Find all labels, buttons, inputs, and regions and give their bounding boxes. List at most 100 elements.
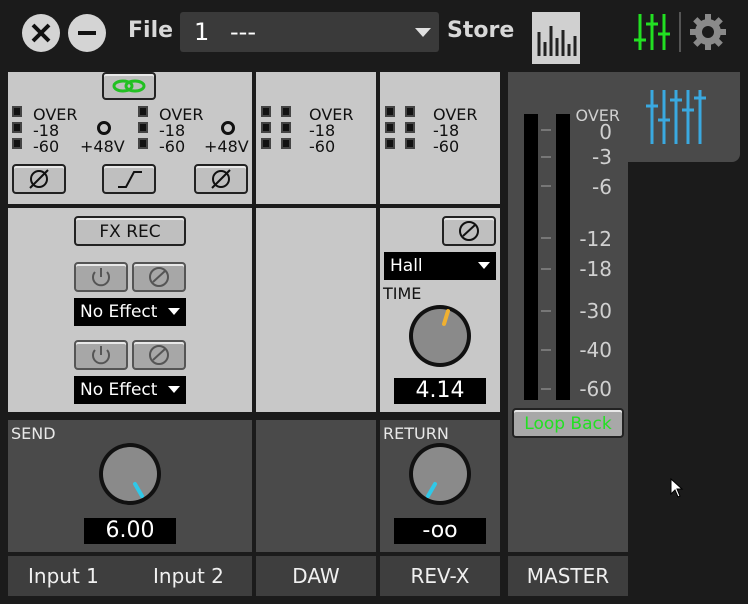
- minimize-button[interactable]: [68, 14, 106, 52]
- effect2-value: No Effect: [80, 380, 158, 400]
- master-scale-0: 0: [599, 120, 612, 144]
- hpf-button[interactable]: [102, 164, 156, 194]
- led: [138, 122, 148, 133]
- high-pass-filter-icon: [118, 171, 142, 188]
- settings-button[interactable]: [688, 12, 728, 52]
- revx-type-value: Hall: [390, 256, 423, 276]
- led: [12, 138, 22, 149]
- daw-label: DAW: [256, 556, 376, 596]
- send-knob[interactable]: [96, 440, 164, 508]
- phantom-label-2: +48V: [204, 137, 249, 156]
- revx-label: REV-X: [380, 556, 500, 596]
- effect1-edit-button[interactable]: [132, 262, 186, 292]
- phase-icon: [29, 169, 49, 189]
- master-meter-left: [524, 114, 538, 400]
- phantom-power-indicator-2[interactable]: [221, 121, 235, 135]
- meter-label-60: -60: [433, 137, 460, 156]
- master-label: MASTER: [508, 556, 628, 596]
- led: [261, 138, 271, 149]
- phantom-power-indicator-1[interactable]: [97, 121, 111, 135]
- master-scale-40: -40: [579, 338, 612, 362]
- meter-tick: [541, 349, 551, 351]
- phase-button-2[interactable]: [194, 164, 248, 194]
- meter-tick: [541, 268, 551, 270]
- led: [405, 122, 415, 133]
- gear-icon: [690, 14, 726, 50]
- master-scale-30: -30: [579, 299, 612, 323]
- stereo-link-button[interactable]: [102, 72, 156, 100]
- led: [281, 122, 291, 133]
- loopback-label: Loop Back: [524, 414, 612, 434]
- revx-edit-button[interactable]: [442, 216, 496, 246]
- power-icon: [92, 346, 110, 365]
- effect2-edit-button[interactable]: [132, 340, 186, 370]
- input1-label: Input 1: [28, 564, 99, 588]
- faders-icon: [634, 14, 670, 50]
- cursor-icon: [670, 477, 684, 498]
- time-value: 4.14: [394, 378, 486, 404]
- knob-icon: [409, 443, 471, 505]
- led: [281, 138, 291, 149]
- edit-icon: [149, 345, 169, 365]
- store-button[interactable]: Store: [447, 18, 514, 43]
- close-icon: [31, 23, 51, 43]
- phase-icon: [211, 169, 231, 189]
- mouse-cursor: [670, 477, 684, 502]
- divider: [679, 12, 681, 52]
- effect1-value: No Effect: [80, 302, 158, 322]
- led: [138, 138, 148, 149]
- led: [281, 106, 291, 117]
- chevron-down-icon: [168, 386, 180, 393]
- knob-icon: [99, 443, 161, 505]
- led: [385, 138, 395, 149]
- meter-tick: [541, 156, 551, 158]
- input-channel-label-bar: Input 1 Input 2: [8, 556, 252, 596]
- master-scale-18: -18: [579, 257, 612, 281]
- mixer-tab[interactable]: [628, 72, 740, 162]
- master-meter-right: [556, 114, 570, 400]
- meter-tick: [541, 388, 551, 390]
- return-knob[interactable]: [406, 440, 474, 508]
- link-icon: [112, 79, 146, 93]
- meter-tick: [541, 310, 551, 312]
- chevron-down-icon: [415, 28, 431, 37]
- close-button[interactable]: [22, 14, 60, 52]
- edit-icon: [459, 221, 479, 241]
- effect1-select[interactable]: No Effect: [74, 298, 186, 326]
- fx-rec-button[interactable]: FX REC: [74, 216, 186, 246]
- led: [405, 106, 415, 117]
- effect2-select[interactable]: No Effect: [74, 376, 186, 404]
- preset-name: ---: [230, 18, 256, 46]
- meter-label-60: -60: [309, 137, 336, 156]
- meter-bars-icon: [537, 26, 577, 56]
- daw-effects-panel: [256, 208, 376, 412]
- led: [405, 138, 415, 149]
- meter-label-60: -60: [33, 137, 60, 156]
- master-scale-6: -6: [592, 175, 612, 199]
- knob-icon: [409, 305, 471, 367]
- chevron-down-icon: [168, 308, 180, 315]
- revx-type-select[interactable]: Hall: [384, 252, 496, 280]
- effect1-power-button[interactable]: [74, 262, 128, 292]
- input2-label: Input 2: [153, 564, 224, 588]
- preset-dropdown[interactable]: 1 ---: [180, 12, 439, 52]
- daw-return-panel: [256, 420, 376, 552]
- preset-number: 1: [194, 18, 210, 46]
- mixer-view-button[interactable]: [634, 10, 672, 54]
- meter-tick: [541, 237, 551, 239]
- master-scale-12: -12: [579, 227, 612, 251]
- phase-button-1[interactable]: [12, 164, 66, 194]
- time-knob[interactable]: [406, 302, 474, 370]
- faders-icon: [646, 90, 706, 144]
- led: [138, 106, 148, 117]
- master-scale-3: -3: [592, 145, 612, 169]
- led: [385, 122, 395, 133]
- meter-view-button[interactable]: [532, 12, 580, 64]
- file-label[interactable]: File: [128, 18, 173, 43]
- led: [261, 106, 271, 117]
- led: [261, 122, 271, 133]
- meter-tick: [541, 185, 551, 187]
- loopback-button[interactable]: Loop Back: [512, 408, 624, 438]
- effect2-power-button[interactable]: [74, 340, 128, 370]
- chevron-down-icon: [478, 262, 490, 269]
